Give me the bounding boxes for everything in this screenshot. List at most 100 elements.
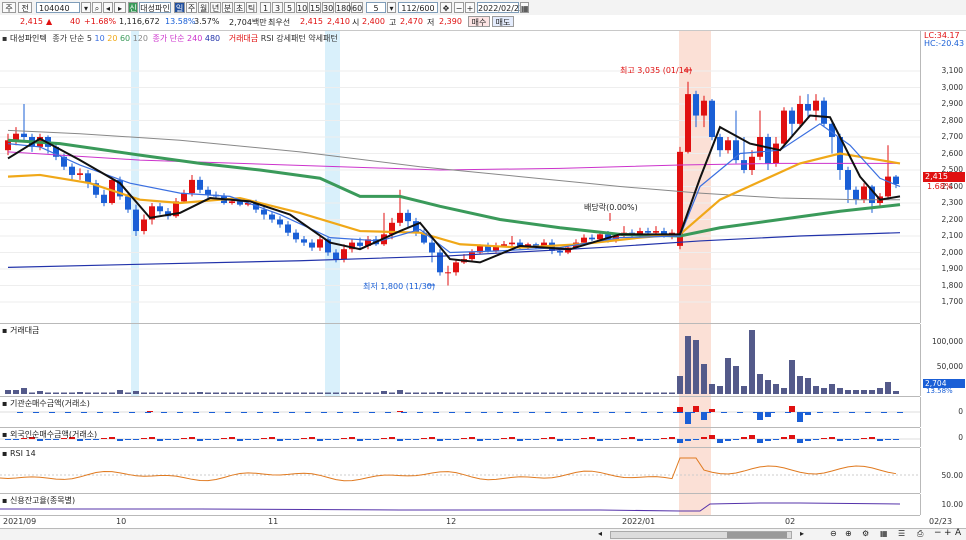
- foreign-bar: [325, 439, 331, 440]
- price-axis-label: 2,000: [941, 247, 963, 257]
- sell-button[interactable]: 매도: [492, 16, 514, 27]
- list-icon[interactable]: ☰: [898, 529, 905, 538]
- volume-bar: [61, 392, 67, 394]
- plus-button[interactable]: +: [944, 528, 952, 538]
- foreign-bar: [613, 439, 619, 440]
- price-axis-label: 2,300: [941, 198, 963, 207]
- volume-bar: [701, 364, 707, 394]
- period-month-button[interactable]: 월: [198, 2, 209, 13]
- foreign-bar: [661, 438, 667, 439]
- scroll-left-icon[interactable]: ◂: [598, 529, 602, 538]
- candle: [853, 189, 859, 200]
- prev-icon[interactable]: ◂: [103, 2, 113, 13]
- period-day-button[interactable]: 일: [174, 2, 185, 13]
- pan-icon[interactable]: ✥: [440, 2, 452, 13]
- credit-chart: [0, 494, 901, 515]
- vol-axis-50k: 50,000: [936, 362, 963, 371]
- scrollbar[interactable]: [610, 531, 792, 539]
- foreign-bar: [845, 439, 851, 440]
- calendar-icon[interactable]: ▦: [520, 2, 529, 13]
- zoom-in-bottom-icon[interactable]: ⊕: [845, 529, 852, 538]
- price-pane[interactable]: ▪ 대성파인텍 종가 단순 5 10 20 60 120 종가 단순 240 4…: [0, 31, 920, 324]
- foreign-pane[interactable]: ▪ 외국인순매수금액(거래소): [0, 428, 920, 448]
- minute-5-button[interactable]: 5: [284, 2, 295, 13]
- volume-bar: [173, 392, 179, 394]
- vol-axis-100k: 100,000: [931, 337, 963, 346]
- period-dropdown-icon[interactable]: ▾: [387, 2, 396, 13]
- print-icon[interactable]: ⎙: [917, 529, 923, 539]
- volume-tag-pct: 13.58%: [926, 387, 953, 395]
- institution-pane[interactable]: ▪ 기관순매수금액(거래소): [0, 397, 920, 428]
- period-year-button[interactable]: 년: [210, 2, 221, 13]
- legend-ma240: 종가 단순 240: [152, 34, 203, 43]
- volume-bar: [149, 392, 155, 394]
- credit-badge: 신: [128, 2, 138, 13]
- volume-pane[interactable]: ▪ 거래대금: [0, 324, 920, 397]
- volume-bar: [181, 392, 187, 394]
- scroll-thumb[interactable]: [727, 532, 787, 538]
- volume-bar: [549, 392, 555, 394]
- period-input[interactable]: 5: [366, 2, 386, 13]
- minute-3-button[interactable]: 3: [272, 2, 283, 13]
- open-label: 시: [352, 18, 360, 27]
- minus-button[interactable]: −: [934, 528, 942, 538]
- foreign-bar: [445, 439, 451, 440]
- menu-button[interactable]: 주: [2, 2, 16, 13]
- minute-180-button[interactable]: 180: [335, 2, 351, 13]
- candle: [133, 209, 139, 232]
- minute-10-button[interactable]: 10: [296, 2, 308, 13]
- institution-bar: [353, 412, 359, 413]
- grid-icon[interactable]: ▦: [880, 529, 888, 538]
- minute-15-button[interactable]: 15: [309, 2, 321, 13]
- foreign-bar: [469, 437, 475, 439]
- foreign-bar: [437, 439, 443, 441]
- volume-bar: [381, 391, 387, 394]
- code-input[interactable]: 104040: [36, 2, 80, 13]
- foreign-axis-zero: 0: [958, 433, 963, 442]
- minute-30-button[interactable]: 30: [322, 2, 334, 13]
- candle: [21, 133, 27, 137]
- period-minute-button[interactable]: 분: [222, 2, 233, 13]
- zoom-out-icon[interactable]: −: [454, 2, 464, 13]
- foreign-bar: [709, 435, 715, 439]
- minute-1-button[interactable]: 1: [260, 2, 271, 13]
- volume-bar: [213, 392, 219, 394]
- volume-bar: [597, 392, 603, 394]
- font-button[interactable]: A: [955, 528, 961, 538]
- zoom-out-bottom-icon[interactable]: ⊖: [830, 529, 837, 538]
- institution-title: ▪ 기관순매수금액(거래소): [2, 399, 90, 408]
- institution-bar: [129, 412, 135, 413]
- next-icon[interactable]: ▸: [114, 2, 126, 13]
- volume-bar: [141, 392, 147, 394]
- institution-bar: [433, 412, 439, 413]
- institution-bar: [545, 412, 551, 413]
- credit-pane[interactable]: ▪ 신용잔고율(종목별): [0, 494, 920, 516]
- rsi-pane[interactable]: ▪ RSI 14: [0, 448, 920, 494]
- pane-box-icon: ▪: [2, 449, 8, 458]
- institution-bar: [673, 412, 679, 413]
- institution-bar: [801, 412, 807, 413]
- minute-60-button[interactable]: 60: [351, 2, 363, 13]
- period-tick-button[interactable]: 틱: [246, 2, 257, 13]
- settings-icon[interactable]: ⚙: [862, 529, 869, 538]
- buy-button[interactable]: 매수: [468, 16, 490, 27]
- volume-bar: [845, 390, 851, 394]
- volume-bar: [125, 392, 131, 394]
- price-axis-label: 2,100: [941, 231, 963, 240]
- count-input[interactable]: 112/600: [398, 2, 438, 13]
- date-input[interactable]: 2022/02/23: [477, 2, 524, 13]
- all-button[interactable]: 전: [18, 2, 32, 13]
- foreign-bar: [749, 435, 755, 439]
- search-icon[interactable]: ⌕: [92, 2, 102, 13]
- foreign-bar: [557, 439, 563, 441]
- period-second-button[interactable]: 초: [234, 2, 245, 13]
- rsi-title: ▪ RSI 14: [2, 449, 36, 458]
- date-tick-oct: 10: [116, 517, 127, 526]
- scroll-right-icon[interactable]: ▸: [800, 529, 804, 538]
- volume-bar: [781, 388, 787, 394]
- dropdown-icon[interactable]: ▾: [81, 2, 91, 13]
- zoom-in-icon[interactable]: +: [465, 2, 475, 13]
- foreign-bar: [853, 439, 859, 440]
- period-week-button[interactable]: 주: [186, 2, 197, 13]
- volume-bar: [557, 392, 563, 394]
